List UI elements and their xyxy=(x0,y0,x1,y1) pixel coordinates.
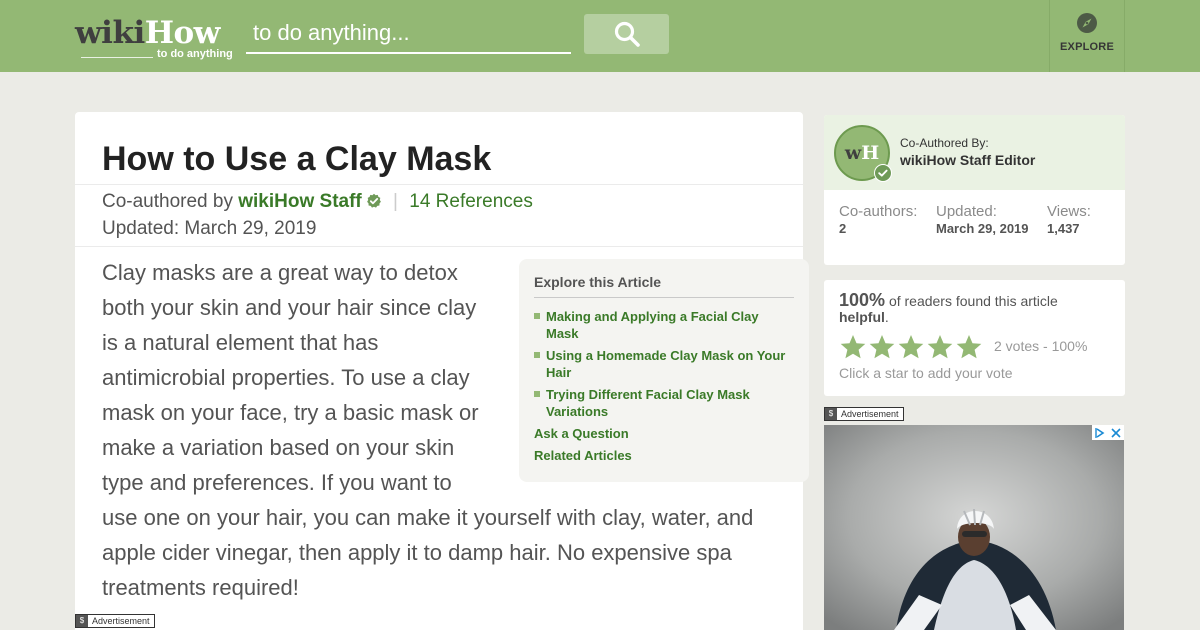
star-icon[interactable] xyxy=(868,333,896,361)
coauthor-label: Co-Authored By: xyxy=(900,136,989,150)
stat-label: Co-authors: xyxy=(839,203,918,220)
compass-icon xyxy=(1077,13,1097,33)
references-link[interactable]: 14 References xyxy=(409,191,533,212)
byline-separator: | xyxy=(393,191,398,212)
article-intro: Explore this Article Making and Applying… xyxy=(102,255,809,605)
wikihow-logo[interactable]: wikiHow to do anything xyxy=(75,14,240,62)
vote-count: 2 votes - 100% xyxy=(994,338,1088,354)
search-input[interactable] xyxy=(246,14,571,54)
byline: Co-authored by wikiHow Staff | 14 Refere… xyxy=(102,190,533,214)
helpful-bold-text: helpful xyxy=(839,309,885,325)
helpful-text: of readers found this article xyxy=(888,293,1058,309)
coauthor-name[interactable]: wikiHow Staff Editor xyxy=(900,152,1035,168)
search-button[interactable] xyxy=(584,14,669,54)
stat-views: Views: 1,437 xyxy=(1047,203,1117,237)
helpfulness-card: 100% of readers found this article helpf… xyxy=(824,280,1125,396)
article-card: How to Use a Clay Mask Co-authored by wi… xyxy=(75,112,809,630)
table-of-contents: Explore this Article Making and Applying… xyxy=(519,259,809,482)
toc-item-facial-clay-mask[interactable]: Making and Applying a Facial Clay Mask xyxy=(534,308,794,342)
stat-updated: Updated: March 29, 2019 xyxy=(936,203,1036,237)
ad-controls xyxy=(1092,425,1124,440)
stat-label: Views: xyxy=(1047,203,1091,220)
avatar-w: w xyxy=(844,142,862,164)
related-articles-link[interactable]: Related Articles xyxy=(534,447,794,464)
avatar-h: H xyxy=(861,142,880,164)
ad-close-button[interactable] xyxy=(1108,425,1124,440)
star-icon[interactable] xyxy=(839,333,867,361)
byline-prefix: Co-authored by xyxy=(102,191,233,212)
explore-button[interactable]: EXPLORE xyxy=(1049,0,1125,72)
helpful-summary: 100% of readers found this article helpf… xyxy=(839,290,1109,325)
stat-value: 2 xyxy=(839,221,847,236)
star-icon[interactable] xyxy=(926,333,954,361)
adchoices-button[interactable] xyxy=(1092,425,1108,440)
search-icon xyxy=(614,21,640,47)
site-header: wikiHow to do anything EXPLORE xyxy=(0,0,1200,72)
ask-question-link[interactable]: Ask a Question xyxy=(534,425,794,442)
advertisement-image[interactable] xyxy=(824,425,1124,630)
divider xyxy=(75,246,803,247)
adchoices-icon xyxy=(1095,427,1105,438)
helpful-percent: 100% xyxy=(839,290,886,310)
logo-how-text: How xyxy=(144,15,221,51)
advertisement-label: Advertisement xyxy=(92,616,150,626)
stat-value: 1,437 xyxy=(1047,221,1080,236)
star-icon[interactable] xyxy=(955,333,983,361)
verified-check-icon xyxy=(874,164,892,182)
stat-coauthors: Co-authors: 2 xyxy=(839,203,929,237)
toc-item-mask-variations[interactable]: Trying Different Facial Clay Mask Variat… xyxy=(534,386,794,420)
ad-dollar-icon: $ xyxy=(825,408,837,420)
ad-dollar-icon: $ xyxy=(76,615,88,627)
coauthor-header: wH Co-Authored By: wikiHow Staff Editor xyxy=(824,115,1125,190)
advertisement-label: Advertisement xyxy=(841,409,899,419)
close-icon xyxy=(1111,427,1121,438)
explore-label: EXPLORE xyxy=(1060,41,1114,53)
page-title: How to Use a Clay Mask xyxy=(102,140,492,178)
cyclist-photo xyxy=(824,425,1124,630)
advertisement-badge: $ Advertisement xyxy=(824,407,904,421)
vote-hint: Click a star to add your vote xyxy=(839,365,1013,381)
logo-tagline: to do anything xyxy=(157,48,233,60)
toc-title: Explore this Article xyxy=(534,273,794,298)
stat-label: Updated: xyxy=(936,203,997,220)
logo-wiki-text: wiki xyxy=(75,15,145,51)
divider xyxy=(75,184,803,185)
advertisement-badge: $ Advertisement xyxy=(75,614,155,628)
star-icon[interactable] xyxy=(897,333,925,361)
logo-underline xyxy=(81,57,153,58)
verified-check-icon xyxy=(366,193,381,208)
author-link[interactable]: wikiHow Staff xyxy=(238,191,362,212)
helpful-period: . xyxy=(884,309,889,325)
toc-item-hair-clay-mask[interactable]: Using a Homemade Clay Mask on Your Hair xyxy=(534,347,794,381)
stat-value: March 29, 2019 xyxy=(936,221,1029,236)
avatar-monogram: wH xyxy=(845,142,879,164)
logo-wordmark: wikiHow xyxy=(75,14,220,52)
toc-list: Making and Applying a Facial Clay Mask U… xyxy=(534,308,794,420)
updated-date: Updated: March 29, 2019 xyxy=(102,218,317,239)
star-rating xyxy=(839,333,984,361)
coauthor-card: wH Co-Authored By: wikiHow Staff Editor … xyxy=(824,115,1125,265)
